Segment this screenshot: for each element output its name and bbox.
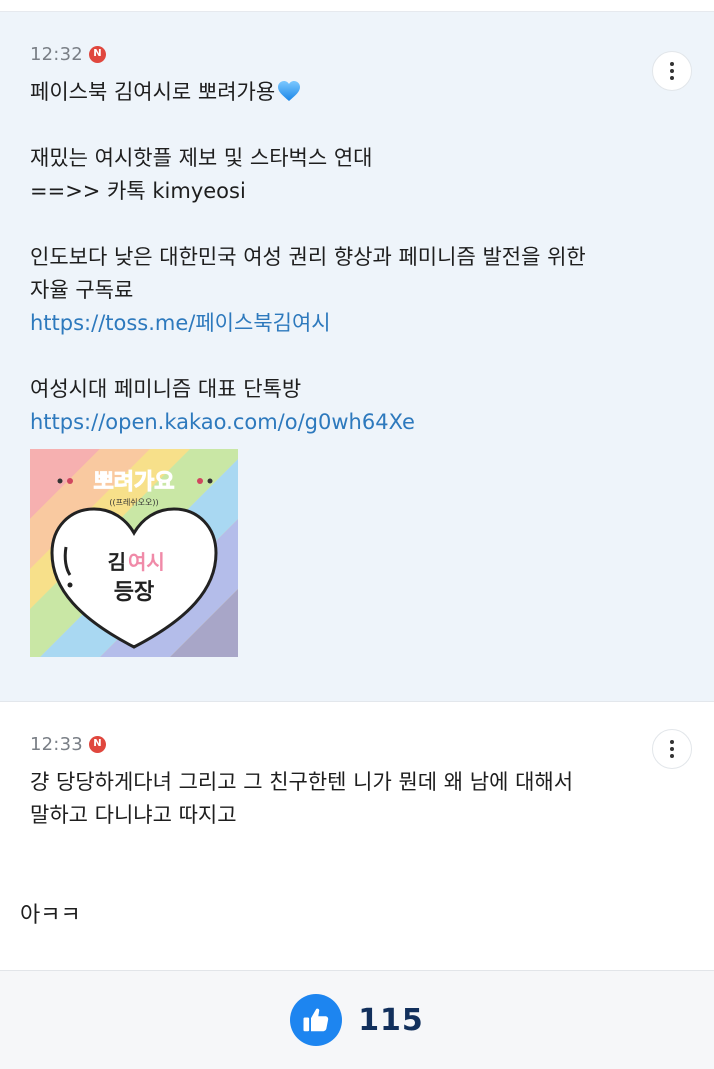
more-dot-icon [670,740,674,744]
post-line: 재밌는 여시핫플 제보 및 스타벅스 연대 [30,146,373,170]
sticker-top-text: 뽀려가요 [94,470,175,495]
kakao-open-chat-link[interactable]: https://open.kakao.com/o/g0wh64Xe [30,406,684,439]
post-line: 자율 구독료 [30,278,134,302]
sticker-heart-text-b: 여시 [128,550,165,574]
reply-line: 말하고 다니냐고 따지고 [30,803,237,827]
reply-more-options-button[interactable] [652,729,692,769]
sticker-heart-text-a: 김 [108,550,126,574]
post-line: 여성시대 페미니즘 대표 단톡방 [30,377,302,401]
post-body: 페이스북 김여시로 뽀려가용 재밌는 여시핫플 제보 및 스타벅스 연대 ==>… [30,76,684,439]
like-button[interactable] [290,994,343,1046]
post-line: 인도보다 낮은 대한민국 여성 권리 향상과 페미니즘 발전을 위한 [30,245,586,269]
post-card: 12:32 N 페이스북 김여시로 뽀려가용 재밌는 여시핫플 제보 및 스타벅… [0,12,714,702]
new-badge: N [88,45,106,63]
post-time: 12:32 [30,43,83,65]
like-count: 115 [358,1002,424,1038]
blue-heart-icon [278,81,301,101]
reply-time: 12:33 [30,733,83,755]
top-strip [0,0,714,12]
post-meta: 12:32 N [30,42,684,66]
post-line: ==>> 카톡 kimyeosi [30,179,246,203]
reply-line: 걍 당당하게다녀 그리고 그 친구한텐 니가 뭔데 왜 남에 대해서 [30,770,574,794]
more-dot-icon [670,76,674,80]
sticker-sub-text: ((프레쉬오오)) [109,498,158,507]
more-dot-icon [670,62,674,66]
more-dot-icon [670,754,674,758]
reply-meta: 12:33 N [30,732,684,756]
post-more-options-button[interactable] [652,51,692,91]
sticker-heart-text-c: 등장 [114,580,154,605]
post-line: 페이스북 김여시로 뽀려가용 [30,76,684,109]
new-badge: N [88,735,106,753]
sticker-image[interactable]: 뽀려가요 ((프레쉬오오)) 김 여시 등장 [30,449,238,657]
thumbs-up-icon [303,1008,329,1032]
reply-card: 12:33 N 걍 당당하게다녀 그리고 그 친구한텐 니가 뭔데 왜 남에 대… [0,702,714,854]
standalone-comment: 아ㅋㅋ [20,903,81,928]
like-bar: 115 [0,970,714,1069]
toss-link[interactable]: https://toss.me/페이스북김여시 [30,307,684,340]
more-dot-icon [670,69,674,73]
reply-body: 걍 당당하게다녀 그리고 그 친구한텐 니가 뭔데 왜 남에 대해서 말하고 다… [30,766,684,832]
more-dot-icon [670,747,674,751]
